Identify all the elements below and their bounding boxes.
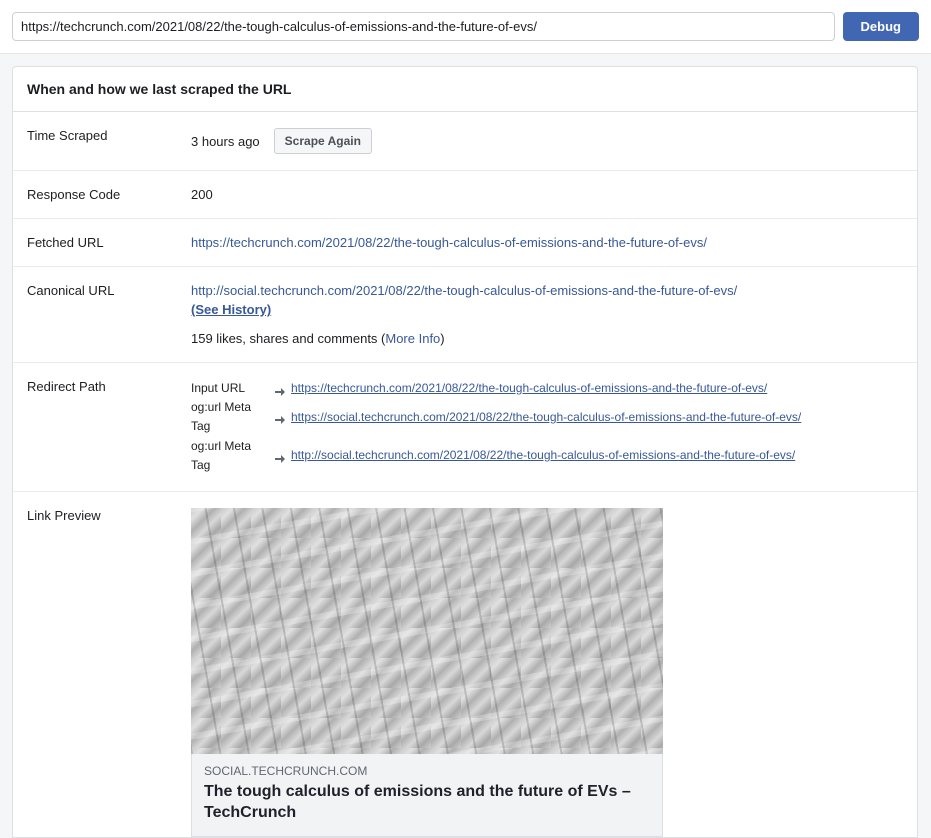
canonical-stats-suffix: ) xyxy=(440,331,444,346)
fetched-url-link[interactable]: https://techcrunch.com/2021/08/22/the-to… xyxy=(191,235,707,250)
scrape-again-button[interactable]: Scrape Again xyxy=(274,128,372,154)
redirect-path-label: Redirect Path xyxy=(27,379,191,475)
topbar: Debug xyxy=(0,0,931,54)
row-response-code: Response Code 200 xyxy=(13,171,917,219)
row-fetched-url: Fetched URL https://techcrunch.com/2021/… xyxy=(13,219,917,267)
time-scraped-label: Time Scraped xyxy=(27,128,191,154)
panel-heading: When and how we last scraped the URL xyxy=(13,67,917,112)
redirect-url-link[interactable]: http://social.techcrunch.com/2021/08/22/… xyxy=(291,446,795,465)
redirect-type: og:url Meta Tag xyxy=(191,398,269,436)
redirect-type: og:url Meta Tag xyxy=(191,437,269,475)
redirect-row: og:url Meta Tag http://social.techcrunch… xyxy=(191,437,903,475)
response-code-value: 200 xyxy=(191,187,903,202)
redirect-row: Input URL https://techcrunch.com/2021/08… xyxy=(191,379,903,398)
link-preview-card[interactable]: SOCIAL.TECHCRUNCH.COM The tough calculus… xyxy=(191,508,663,837)
time-scraped-value-wrap: 3 hours ago Scrape Again xyxy=(191,128,903,154)
link-preview-domain: SOCIAL.TECHCRUNCH.COM xyxy=(204,764,650,778)
arrow-right-icon xyxy=(275,384,285,394)
row-canonical-url: Canonical URL http://social.techcrunch.c… xyxy=(13,267,917,363)
link-preview-image xyxy=(191,508,663,754)
redirect-url-link[interactable]: https://techcrunch.com/2021/08/22/the-to… xyxy=(291,379,767,398)
fetched-url-label: Fetched URL xyxy=(27,235,191,250)
row-link-preview: Link Preview SOCIAL.TECHCRUNCH.COM The t… xyxy=(13,492,917,837)
row-time-scraped: Time Scraped 3 hours ago Scrape Again xyxy=(13,112,917,171)
scrape-panel: When and how we last scraped the URL Tim… xyxy=(12,66,918,838)
canonical-url-label: Canonical URL xyxy=(27,283,191,346)
link-preview-meta: SOCIAL.TECHCRUNCH.COM The tough calculus… xyxy=(191,754,663,837)
canonical-url-link[interactable]: http://social.techcrunch.com/2021/08/22/… xyxy=(191,283,737,298)
row-redirect-path: Redirect Path Input URL https://techcrun… xyxy=(13,363,917,492)
content-outer: When and how we last scraped the URL Tim… xyxy=(0,54,931,838)
redirect-type: Input URL xyxy=(191,379,269,398)
redirect-url-link[interactable]: https://social.techcrunch.com/2021/08/22… xyxy=(291,408,801,427)
canonical-stats-prefix: 159 likes, shares and comments ( xyxy=(191,331,385,346)
see-history-link[interactable]: (See History) xyxy=(191,302,271,317)
link-preview-title: The tough calculus of emissions and the … xyxy=(204,782,650,824)
url-input[interactable] xyxy=(12,12,835,41)
link-preview-label: Link Preview xyxy=(27,508,191,837)
arrow-right-icon xyxy=(275,412,285,422)
more-info-link[interactable]: More Info xyxy=(385,331,440,346)
time-scraped-value: 3 hours ago xyxy=(191,134,260,149)
debug-button[interactable]: Debug xyxy=(843,12,919,41)
response-code-label: Response Code xyxy=(27,187,191,202)
arrow-right-icon xyxy=(275,451,285,461)
redirect-row: og:url Meta Tag https://social.techcrunc… xyxy=(191,398,903,436)
redirect-path-table: Input URL https://techcrunch.com/2021/08… xyxy=(191,379,903,475)
